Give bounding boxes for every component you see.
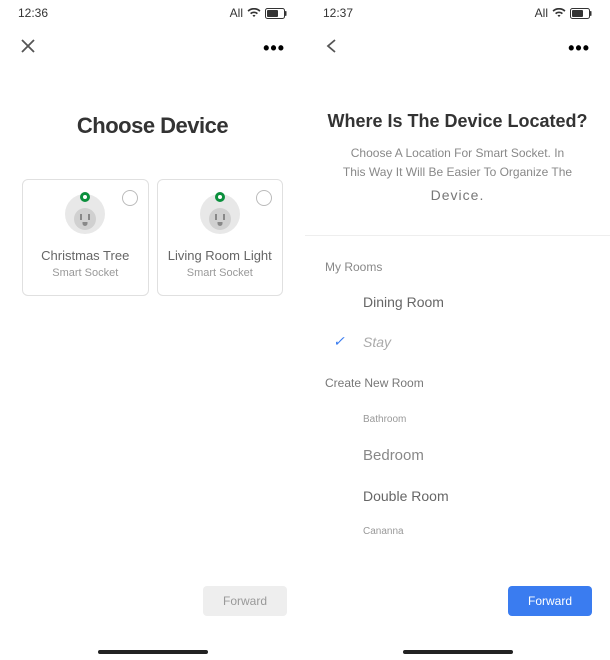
wifi-icon (247, 8, 261, 18)
device-type: Smart Socket (52, 267, 118, 279)
status-bar: 12:37 All (305, 0, 610, 26)
page-title: Where Is The Device Located? (305, 111, 610, 132)
room-label: Double Room (363, 488, 449, 504)
page-subtitle: Choose A Location For Smart Socket. In T… (305, 144, 610, 207)
subtitle-line: Choose A Location For Smart Socket. In (351, 146, 564, 160)
device-card-christmas-tree[interactable]: Christmas Tree Smart Socket (22, 179, 149, 296)
radio-unselected[interactable] (122, 190, 138, 206)
status-right: All (535, 6, 592, 20)
battery-icon (570, 8, 592, 19)
room-label: Dining Room (363, 294, 444, 310)
room-list: My Rooms Dining Room ✓ Stay Create New R… (305, 236, 610, 563)
screen-device-location: 12:37 All ••• Where Is The Device Locate… (305, 0, 610, 660)
smart-socket-icon (65, 194, 105, 234)
radio-unselected[interactable] (256, 190, 272, 206)
room-item-stay[interactable]: ✓ Stay (325, 322, 590, 362)
my-rooms-label: My Rooms (325, 252, 590, 282)
screen-choose-device: 12:36 All ••• Choose Device Christmas Tr… (0, 0, 305, 660)
wifi-icon (552, 8, 566, 18)
home-indicator[interactable] (98, 650, 208, 654)
nav-bar: ••• (305, 26, 610, 67)
nav-bar: ••• (0, 26, 305, 67)
room-item-double-room[interactable]: Double Room (325, 476, 590, 516)
back-icon[interactable] (325, 38, 339, 59)
smart-socket-icon (200, 194, 240, 234)
device-type: Smart Socket (187, 267, 253, 279)
forward-button[interactable]: Forward (508, 586, 592, 616)
room-label: Cananna (363, 526, 404, 537)
more-icon[interactable]: ••• (568, 38, 590, 59)
device-grid: Christmas Tree Smart Socket Living Room … (0, 179, 305, 296)
page-title: Choose Device (0, 113, 305, 139)
battery-icon (265, 8, 287, 19)
room-item-dining-room[interactable]: Dining Room (325, 282, 590, 322)
forward-button[interactable]: Forward (203, 586, 287, 616)
room-label: Bathroom (363, 414, 406, 425)
room-item-bathroom[interactable]: Bathroom (325, 404, 590, 435)
status-bar: 12:36 All (0, 0, 305, 26)
device-name: Christmas Tree (41, 248, 129, 263)
device-name: Living Room Light (168, 248, 272, 263)
create-room-label: Create New Room (325, 362, 590, 404)
subtitle-line: Device. (323, 184, 592, 206)
status-time: 12:36 (18, 6, 48, 20)
room-item-bedroom[interactable]: Bedroom (325, 435, 590, 476)
subtitle-line: This Way It Will Be Easier To Organize T… (343, 165, 572, 179)
status-network: All (535, 6, 548, 20)
device-card-living-room-light[interactable]: Living Room Light Smart Socket (157, 179, 284, 296)
more-icon[interactable]: ••• (263, 38, 285, 59)
room-label: Stay (363, 334, 391, 350)
close-icon[interactable] (20, 38, 36, 59)
status-time: 12:37 (323, 6, 353, 20)
room-label: Bedroom (363, 447, 424, 464)
status-network: All (230, 6, 243, 20)
check-icon: ✓ (333, 333, 345, 350)
room-item-cananna[interactable]: Cananna (325, 516, 590, 547)
status-right: All (230, 6, 287, 20)
home-indicator[interactable] (403, 650, 513, 654)
